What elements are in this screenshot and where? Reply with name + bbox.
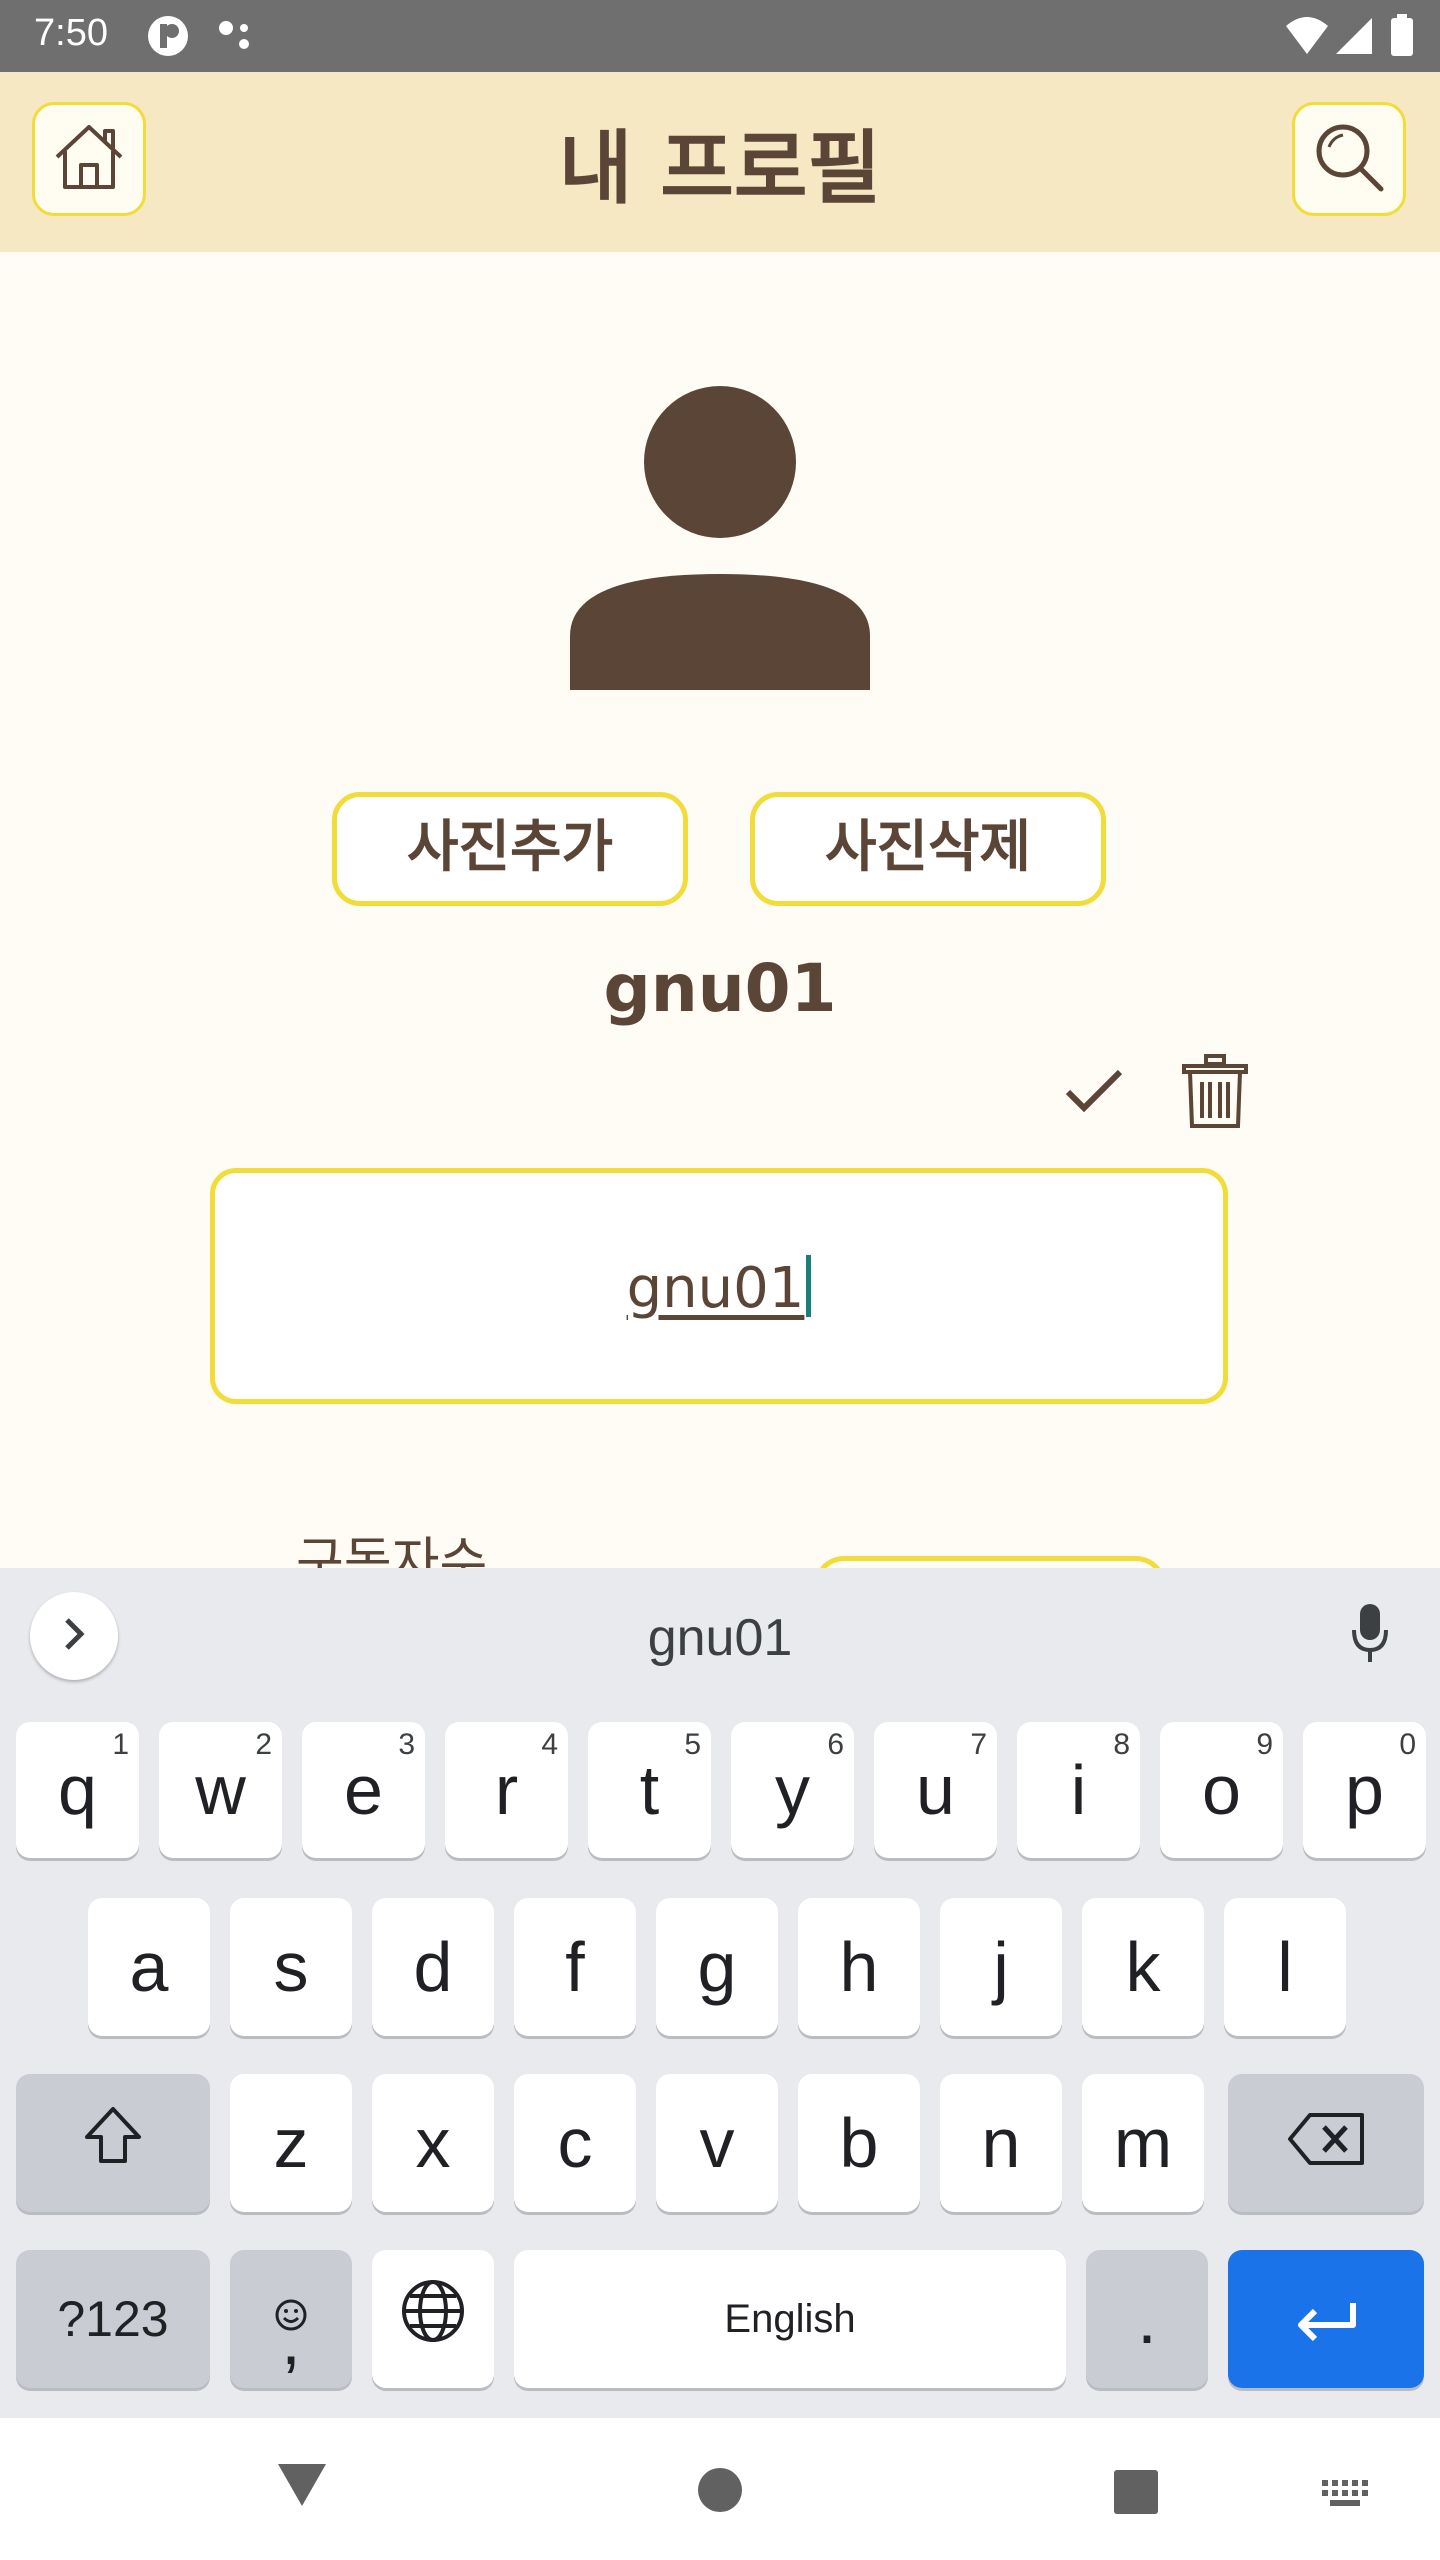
keyboard-switch-icon[interactable] (1320, 2478, 1370, 2512)
globe-icon (400, 2278, 466, 2360)
add-photo-button[interactable]: 사진추가 (332, 792, 688, 906)
key-v[interactable]: v (656, 2074, 778, 2212)
key-p[interactable]: p0 (1303, 1722, 1426, 1858)
wifi-icon (1284, 14, 1330, 62)
key-a[interactable]: a (88, 1898, 210, 2036)
shift-icon (81, 2103, 145, 2183)
assistant-dots-icon (214, 14, 258, 62)
keyboard-suggestion[interactable]: gnu01 (0, 1608, 1440, 1668)
key-k[interactable]: k (1082, 1898, 1204, 2036)
username-display: gnu01 (603, 950, 837, 1027)
check-icon (1064, 1069, 1124, 1120)
enter-icon (1291, 2279, 1361, 2359)
search-button[interactable] (1292, 102, 1406, 216)
key-w[interactable]: w2 (159, 1722, 282, 1858)
key-l[interactable]: l (1224, 1898, 1346, 2036)
comma-key[interactable]: , (230, 2250, 352, 2388)
app-bar: 내 프로필 (0, 72, 1440, 252)
key-e[interactable]: e3 (302, 1722, 425, 1858)
key-y[interactable]: y6 (731, 1722, 854, 1858)
search-icon (1309, 117, 1389, 201)
space-key[interactable]: English (514, 2250, 1066, 2388)
key-n[interactable]: n (940, 2074, 1062, 2212)
enter-key[interactable] (1228, 2250, 1424, 2388)
key-o[interactable]: o9 (1160, 1722, 1283, 1858)
page-title: 내 프로필 (558, 122, 882, 215)
shift-key[interactable] (16, 2074, 210, 2212)
key-d[interactable]: d (372, 1898, 494, 2036)
app-notification-icon (146, 14, 190, 62)
key-s[interactable]: s (230, 1898, 352, 2036)
username-input-value: gnu01 (626, 1256, 805, 1321)
key-h[interactable]: h (798, 1898, 920, 2036)
key-q[interactable]: q1 (16, 1722, 139, 1858)
confirm-button[interactable] (1064, 1066, 1124, 1120)
symbols-key[interactable]: ?123 (16, 2250, 210, 2388)
key-j[interactable]: j (940, 1898, 1062, 2036)
key-u[interactable]: u7 (874, 1722, 997, 1858)
status-bar: 7:50 (0, 0, 1440, 72)
backspace-icon (1286, 2103, 1366, 2183)
system-nav-bar (0, 2418, 1440, 2560)
key-f[interactable]: f (514, 1898, 636, 2036)
recents-icon[interactable] (1114, 2470, 1158, 2518)
back-icon[interactable] (276, 2462, 328, 2512)
key-r[interactable]: r4 (445, 1722, 568, 1858)
key-m[interactable]: m (1082, 2074, 1204, 2212)
cell-signal-icon (1334, 14, 1374, 62)
language-key[interactable] (372, 2250, 494, 2388)
username-input[interactable]: gnu01 (210, 1168, 1228, 1404)
key-b[interactable]: b (798, 2074, 920, 2212)
trash-icon (1180, 1054, 1250, 1134)
delete-photo-button[interactable]: 사진삭제 (750, 792, 1106, 906)
home-nav-icon[interactable] (698, 2468, 742, 2516)
text-cursor (806, 1255, 812, 1317)
key-c[interactable]: c (514, 2074, 636, 2212)
key-g[interactable]: g (656, 1898, 778, 2036)
key-t[interactable]: t5 (588, 1722, 711, 1858)
status-time: 7:50 (34, 12, 108, 54)
microphone-icon (1350, 1604, 1390, 1670)
delete-name-button[interactable] (1180, 1054, 1250, 1134)
backspace-key[interactable] (1228, 2074, 1424, 2212)
avatar (568, 386, 872, 694)
key-x[interactable]: x (372, 2074, 494, 2212)
key-i[interactable]: i8 (1017, 1722, 1140, 1858)
battery-icon (1390, 14, 1414, 62)
period-key[interactable]: . (1086, 2250, 1208, 2388)
key-z[interactable]: z (230, 2074, 352, 2212)
voice-input-button[interactable] (1350, 1602, 1390, 1670)
